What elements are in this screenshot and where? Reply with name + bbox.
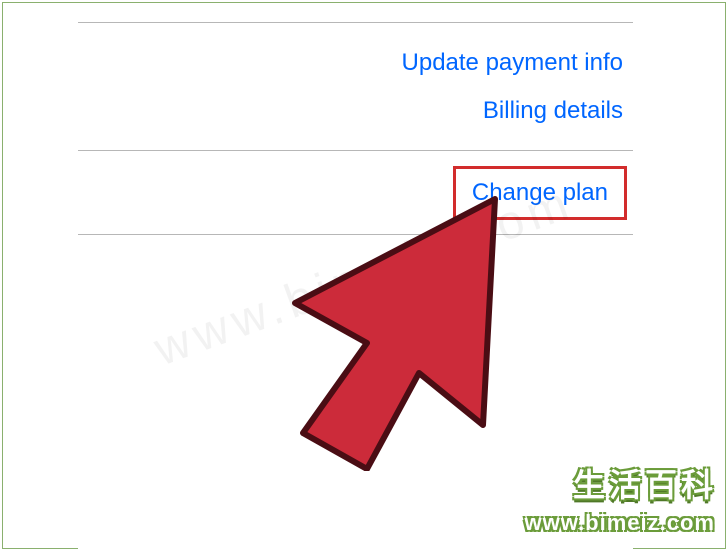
update-payment-info-link[interactable]: Update payment info bbox=[402, 49, 623, 77]
plan-row: Change plan bbox=[78, 151, 633, 235]
watermark-url: www.bimeiz.com bbox=[525, 510, 715, 536]
change-plan-highlight: Change plan bbox=[453, 166, 627, 220]
outer-frame: Update payment info Billing details Chan… bbox=[2, 2, 726, 549]
billing-details-link[interactable]: Billing details bbox=[483, 97, 623, 125]
payment-links-row: Update payment info Billing details bbox=[78, 23, 633, 151]
change-plan-link[interactable]: Change plan bbox=[472, 179, 608, 206]
spacer-row bbox=[78, 9, 633, 23]
settings-panel: Update payment info Billing details Chan… bbox=[78, 9, 633, 554]
watermark-logo: 生活百科 bbox=[573, 460, 717, 506]
